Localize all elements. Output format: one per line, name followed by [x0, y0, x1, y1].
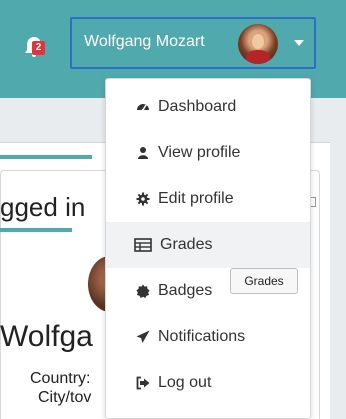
- paper-plane-icon: [136, 330, 150, 343]
- menu-item-edit-profile[interactable]: Edit profile: [106, 176, 310, 222]
- menu-item-label: Grades: [160, 236, 213, 253]
- user-dropdown-menu: Dashboard View profile Edit profile Grad…: [105, 78, 311, 419]
- menu-item-view-profile[interactable]: View profile: [106, 130, 310, 176]
- badge-icon: [136, 284, 150, 298]
- country-label: Country:: [30, 370, 91, 387]
- dashboard-icon: [137, 104, 149, 112]
- user-avatar: [238, 24, 278, 64]
- menu-item-grades[interactable]: Grades: [106, 222, 310, 268]
- menu-item-label: Dashboard: [158, 98, 237, 115]
- sign-out-icon: [136, 376, 150, 390]
- menu-item-dashboard[interactable]: Dashboard: [106, 84, 310, 130]
- cog-icon: [136, 192, 150, 206]
- menu-item-label: Log out: [158, 374, 212, 391]
- heading-underline: [0, 228, 72, 232]
- grades-tooltip: Grades: [230, 268, 298, 294]
- city-label: City/tov: [38, 389, 92, 406]
- menu-item-log-out[interactable]: Log out: [106, 360, 310, 406]
- notification-count-badge: 2: [32, 41, 45, 55]
- page: gged in Wolfga Country: City/tov 2 Wolfg…: [0, 0, 346, 419]
- user-icon: [138, 147, 148, 159]
- profile-name: Wolfga: [0, 320, 93, 353]
- logged-in-heading: gged in: [0, 192, 86, 222]
- user-name: Wolfgang Mozart: [84, 33, 205, 50]
- menu-item-label: Badges: [158, 282, 213, 299]
- user-menu-toggle[interactable]: Wolfgang Mozart: [70, 17, 316, 69]
- table-icon: [134, 238, 152, 252]
- menu-item-label: Edit profile: [158, 190, 234, 207]
- caret-down-icon: [294, 40, 304, 46]
- content-tab-underline: [0, 155, 92, 159]
- menu-item-label: Notifications: [158, 328, 246, 345]
- menu-item-label: View profile: [158, 144, 241, 161]
- menu-item-notifications[interactable]: Notifications: [106, 314, 310, 360]
